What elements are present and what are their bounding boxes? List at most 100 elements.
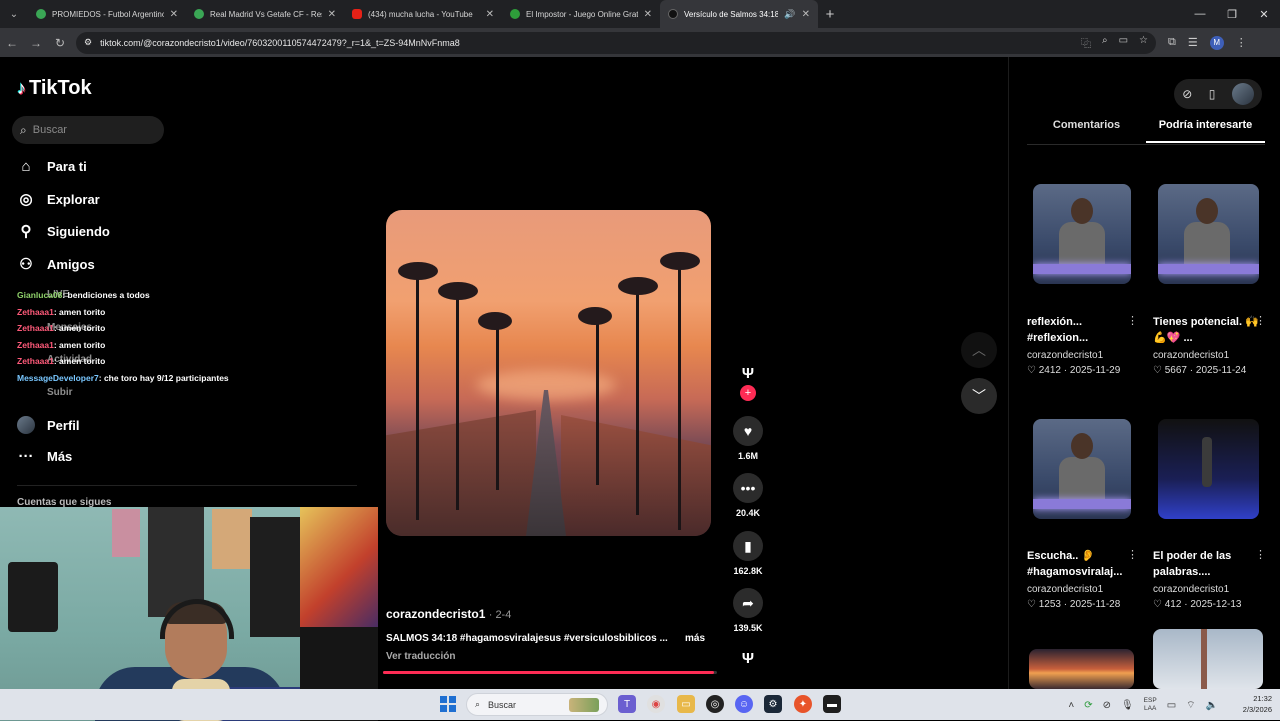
save-button[interactable]: ▮ 162.8K [732,531,764,576]
card-title[interactable]: reflexión... #reflexion... [1027,314,1137,346]
palm-fronds [618,277,658,295]
tab-label: Real Madrid Vs Getafe CF - Res [210,9,322,19]
sidebar-item-subir-hidden[interactable]: Subir [17,387,73,398]
video-thumbnail[interactable] [1033,184,1131,284]
sidebar-item-perfil[interactable]: Perfil [17,416,197,434]
language-indicator[interactable]: ESP LAA [1144,697,1157,713]
sidebar-item-para-ti[interactable]: ⌂ Para ti [17,158,197,175]
browser-tab[interactable]: PROMIEDOS - Futbol Argentino ✕ [28,0,186,28]
monitor-icon[interactable]: ▭ [1167,700,1176,711]
close-window-icon[interactable]: ✕ [1248,0,1280,28]
translate-link[interactable]: Ver traducción [386,651,455,662]
sidebar-item-siguiendo[interactable]: ⚲ Siguiendo [17,222,197,240]
search-input[interactable]: ⌕ Buscar [12,116,164,144]
taskbar-search[interactable]: ⌕ Buscar [466,693,608,716]
card-date: 2025-11-24 [1195,365,1247,376]
tab-search-button[interactable]: ⌄ [0,0,28,28]
kebab-menu-icon[interactable]: ⋮ [1255,548,1266,561]
video-thumbnail[interactable] [1029,649,1134,689]
tab-comentarios[interactable]: Comentarios [1027,119,1146,143]
forward-icon[interactable]: → [24,28,48,57]
device-icon[interactable]: ▯ [1209,87,1216,101]
video-progress-bar[interactable] [383,671,717,674]
new-tab-button[interactable]: + [818,6,842,23]
maximize-icon[interactable]: ❐ [1216,0,1248,28]
sidebar-item-label: Amigos [47,256,95,272]
wifi-icon[interactable]: ⌔ [1186,699,1195,712]
card-author[interactable]: corazondecristo1 [1027,350,1103,361]
tab-podria-interesarte[interactable]: Podría interesarte [1146,119,1265,143]
card-title[interactable]: Escucha.. 👂 #hagamosviralaj... [1027,548,1137,580]
sidebar-divider [17,485,357,486]
card-title[interactable]: El poder de las palabras.... [1153,548,1263,580]
site-info-icon[interactable]: ⚙ [84,37,92,48]
follow-plus-icon[interactable]: + [740,385,756,401]
user-avatar[interactable] [1231,83,1254,105]
minimize-icon[interactable]: — [1184,0,1216,28]
steam-icon[interactable]: ⚙ [764,695,782,713]
card-author[interactable]: corazondecristo1 [1153,350,1229,361]
speaker-icon[interactable]: 🔊 [784,9,795,20]
windows-start-icon[interactable] [440,696,456,712]
translate-icon[interactable]: ⿻ [1081,35,1091,50]
kebab-menu-icon[interactable]: ⋮ [1127,314,1138,327]
like-button[interactable]: ♥ 1.6M [732,416,764,461]
chrome-icon[interactable]: ◉ [647,695,665,713]
sound-disc-button[interactable]: Ψ [732,650,764,672]
reload-icon[interactable]: ↻ [48,28,72,57]
browser-tab[interactable]: El Impostor - Juego Online Grat ✕ [502,0,660,28]
sidebar-item-mas[interactable]: ··· Más [17,448,197,465]
url-field[interactable]: ⚙ tiktok.com/@corazondecristo1/video/760… [76,31,1156,54]
browser-tab[interactable]: (434) mucha lucha - YouTube ✕ [344,0,502,28]
zoom-icon[interactable]: ⌕ [1102,35,1108,50]
browser-tab-active[interactable]: Versículo de Salmos 34:18 🔊 ✕ [660,0,818,28]
profile-avatar[interactable]: M [1209,35,1224,50]
system-tray: ˄ ⟳ ⊘ 🎙 ESP LAA ▭ ⌔ 🔈 [1068,697,1218,713]
video-thumbnail[interactable] [1158,419,1259,519]
network-off-icon[interactable]: ⊘ [1103,700,1111,711]
obs-icon[interactable]: ◎ [706,695,724,713]
discord-icon[interactable]: ☺ [735,695,753,713]
video-author[interactable]: corazondecristo1 [386,607,485,621]
tiktok-logo[interactable]: ♪ TikTok [17,77,92,100]
card-author[interactable]: corazondecristo1 [1153,584,1229,595]
share-button[interactable]: ➦ 139.5K [732,588,764,633]
teams-icon[interactable]: T [618,695,636,713]
creator-avatar-button[interactable]: Ψ + [732,365,764,401]
kebab-menu-icon[interactable]: ⋮ [1127,548,1138,561]
comment-button[interactable]: ••• 20.4K [732,473,764,518]
reading-list-icon[interactable]: ☰ [1188,36,1198,49]
video-thumbnail[interactable] [1153,629,1263,689]
volume-icon[interactable]: 🔈 [1206,700,1218,711]
terminal-icon[interactable]: ▬ [823,695,841,713]
video-thumbnail[interactable] [1158,184,1259,284]
close-tab-icon[interactable]: ✕ [644,9,652,20]
video-player[interactable] [386,210,711,536]
sidebar-item-amigos[interactable]: ⚇ Amigos [17,255,197,273]
cast-icon[interactable]: ▭ [1119,35,1128,50]
sidebar-item-explorar[interactable]: ◎ Explorar [17,190,197,208]
card-author[interactable]: corazondecristo1 [1027,584,1103,595]
coin-icon[interactable]: ⊘ [1182,87,1192,101]
browser-tab[interactable]: Real Madrid Vs Getafe CF - Res ✕ [186,0,344,28]
close-tab-icon[interactable]: ✕ [170,9,178,20]
browser-menu-icon[interactable]: ⋮ [1236,36,1247,49]
video-thumbnail[interactable] [1033,419,1131,519]
close-tab-icon[interactable]: ✕ [328,9,336,20]
bookmark-star-icon[interactable]: ☆ [1139,35,1148,50]
kebab-menu-icon[interactable]: ⋮ [1255,314,1266,327]
brave-icon[interactable]: ✦ [794,695,812,713]
extensions-icon[interactable]: ⧉ [1168,36,1176,49]
caption-more-link[interactable]: más [685,633,705,644]
card-title[interactable]: Tienes potencial. 🙌💪💖 ... [1153,314,1263,346]
file-explorer-icon[interactable]: ▭ [677,695,695,713]
microphone-icon[interactable]: 🎙 [1121,700,1134,711]
close-tab-icon[interactable]: ✕ [486,9,494,20]
sync-icon[interactable]: ⟳ [1084,700,1092,711]
system-clock[interactable]: 21:32 2/3/2026 [1243,693,1272,715]
next-video-button[interactable]: ﹀ [961,378,997,414]
previous-video-button[interactable]: ︿ [961,332,997,368]
back-icon[interactable]: ← [0,28,24,57]
chevron-up-icon[interactable]: ˄ [1068,700,1074,711]
close-tab-icon[interactable]: ✕ [802,9,810,20]
